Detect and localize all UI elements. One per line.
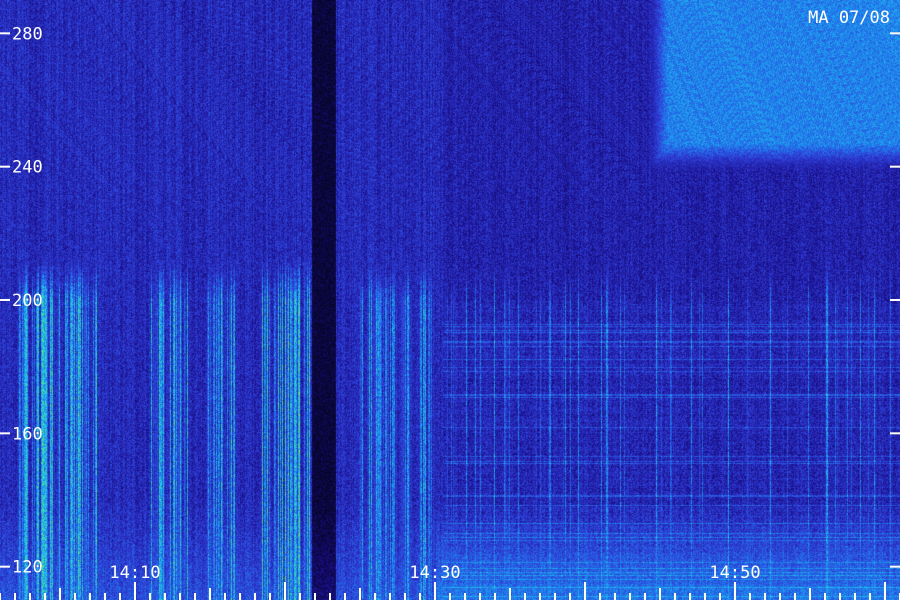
y-axis: 120 160 200 240 280	[0, 24, 900, 578]
x-axis: 14:10 14:30 14:50	[0, 563, 900, 600]
y-tick-label-200: 200	[12, 291, 43, 311]
spectrogram-chart: MA 07/08 120 160 200 240 280 14:10 14:30 14:50	[0, 0, 900, 600]
x-tick-label: 14:10	[109, 563, 160, 583]
chart-title: MA 07/08	[808, 8, 890, 28]
y-tick-label-280: 280	[12, 24, 43, 44]
x-tick-label: 14:30	[409, 563, 460, 583]
y-tick-label-160: 160	[12, 424, 43, 444]
y-tick-label-240: 240	[12, 158, 43, 178]
y-tick-label-120: 120	[12, 558, 43, 578]
chart-overlay: MA 07/08 120 160 200 240 280 14:10 14:30 14:50	[0, 8, 900, 600]
x-tick-label: 14:50	[709, 563, 760, 583]
